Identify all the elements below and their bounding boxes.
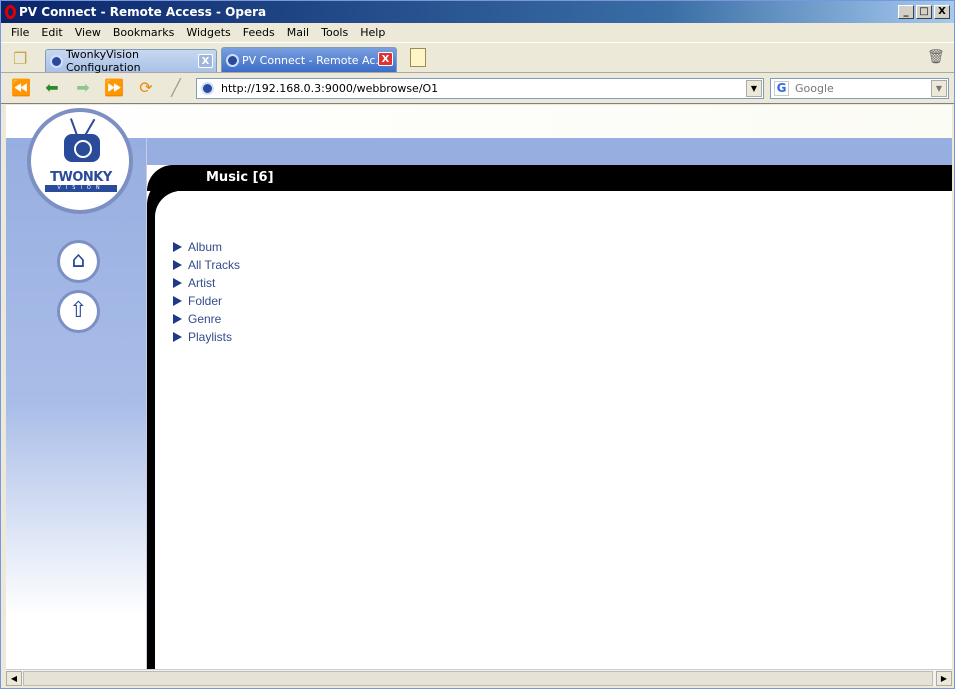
address-url: http://192.168.0.3:9000/webbrowse/O1: [221, 82, 439, 95]
forward-icon[interactable]: ➡: [73, 79, 93, 97]
triangle-right-icon: [173, 314, 182, 324]
menu-help[interactable]: Help: [354, 23, 391, 42]
fast-forward-icon[interactable]: ⏩: [104, 79, 124, 97]
close-tab-icon[interactable]: X: [198, 54, 213, 68]
rewind-icon[interactable]: ⏪: [11, 79, 31, 97]
menu-bar: File Edit View Bookmarks Widgets Feeds M…: [1, 23, 954, 43]
tab-bar: ❐ TwonkyVision Configuration X PV Connec…: [1, 43, 954, 74]
logo-subtext: VISION: [45, 185, 117, 192]
triangle-right-icon: [173, 260, 182, 270]
search-field[interactable]: G Google ▼: [770, 78, 949, 99]
menu-file[interactable]: File: [5, 23, 35, 42]
list-item-all-tracks[interactable]: All Tracks: [173, 256, 240, 274]
tab-label: TwonkyVision Configuration: [66, 48, 141, 74]
item-link[interactable]: Playlists: [188, 330, 232, 344]
home-button[interactable]: ⌂: [57, 240, 100, 283]
menu-edit[interactable]: Edit: [35, 23, 68, 42]
content-panel: [155, 191, 952, 669]
trash-icon[interactable]: 🗑: [927, 49, 945, 65]
item-link[interactable]: Album: [188, 240, 222, 254]
sessions-icon[interactable]: ❐: [13, 49, 27, 68]
address-field[interactable]: http://192.168.0.3:9000/webbrowse/O1 ▼: [196, 78, 764, 99]
new-tab-icon[interactable]: [410, 48, 426, 67]
tab-pv-connect[interactable]: PV Connect - Remote Ac... X: [221, 47, 397, 72]
back-icon[interactable]: ⬅: [42, 79, 62, 97]
menu-feeds[interactable]: Feeds: [237, 23, 281, 42]
navigation-bar: ⏪ ⬅ ➡ ⏩ ⟳ ╱ http://192.168.0.3:9000/webb…: [1, 73, 954, 104]
edit-icon[interactable]: ╱: [166, 79, 186, 97]
menu-mail[interactable]: Mail: [281, 23, 315, 42]
google-icon: G: [774, 81, 789, 96]
tab-label: PV Connect - Remote Ac...: [242, 53, 386, 67]
up-button[interactable]: ⇧: [57, 290, 100, 333]
item-link[interactable]: Artist: [188, 276, 215, 290]
list-item-album[interactable]: Album: [173, 238, 240, 256]
reload-icon[interactable]: ⟳: [136, 79, 156, 97]
list-item-genre[interactable]: Genre: [173, 310, 240, 328]
sidebar: [6, 138, 147, 669]
triangle-right-icon: [173, 242, 182, 252]
item-link[interactable]: Folder: [188, 294, 222, 308]
opera-icon: [5, 5, 16, 19]
top-band: [6, 105, 952, 138]
category-list: Album All Tracks Artist Folder Genre Pla…: [173, 238, 240, 346]
minimize-button[interactable]: _: [898, 5, 914, 19]
close-button[interactable]: X: [934, 5, 950, 19]
browser-window: PV Connect - Remote Access - Opera _ □ X…: [0, 0, 955, 689]
triangle-right-icon: [173, 278, 182, 288]
twonky-vision-logo[interactable]: TWONKY VISION: [27, 108, 133, 214]
triangle-right-icon: [173, 296, 182, 306]
list-item-artist[interactable]: Artist: [173, 274, 240, 292]
search-placeholder: Google: [795, 82, 834, 95]
blue-band: [6, 138, 952, 165]
site-icon: [50, 54, 63, 68]
item-link[interactable]: All Tracks: [188, 258, 240, 272]
window-title: PV Connect - Remote Access - Opera: [19, 5, 267, 19]
item-link[interactable]: Genre: [188, 312, 221, 326]
scroll-left-icon[interactable]: ◀: [6, 671, 22, 686]
scroll-right-icon[interactable]: ▶: [936, 671, 952, 686]
menu-view[interactable]: View: [69, 23, 107, 42]
title-bar: PV Connect - Remote Access - Opera _ □ X: [1, 1, 954, 23]
page-content: TWONKY VISION ⌂ ⇧ Music [6] Album All Tr…: [6, 105, 952, 669]
address-dropdown-icon[interactable]: ▼: [746, 80, 762, 97]
site-icon: [226, 53, 239, 67]
list-item-folder[interactable]: Folder: [173, 292, 240, 310]
tv-icon: [64, 134, 100, 162]
menu-bookmarks[interactable]: Bookmarks: [107, 23, 180, 42]
tab-twonkyvision-configuration[interactable]: TwonkyVision Configuration X: [45, 48, 217, 74]
up-arrow-icon: ⇧: [69, 298, 88, 323]
list-item-playlists[interactable]: Playlists: [173, 328, 240, 346]
close-tab-icon[interactable]: X: [378, 52, 393, 66]
triangle-right-icon: [173, 332, 182, 342]
menu-widgets[interactable]: Widgets: [180, 23, 236, 42]
search-dropdown-icon[interactable]: ▼: [931, 80, 947, 97]
site-icon: [201, 82, 214, 95]
maximize-button[interactable]: □: [916, 5, 932, 19]
logo-text: TWONKY: [50, 170, 112, 185]
scroll-thumb[interactable]: [23, 671, 933, 686]
home-icon: ⌂: [71, 248, 86, 273]
menu-tools[interactable]: Tools: [315, 23, 354, 42]
page-title: Music [6]: [206, 170, 274, 185]
horizontal-scrollbar[interactable]: ◀ ▶: [6, 669, 952, 686]
